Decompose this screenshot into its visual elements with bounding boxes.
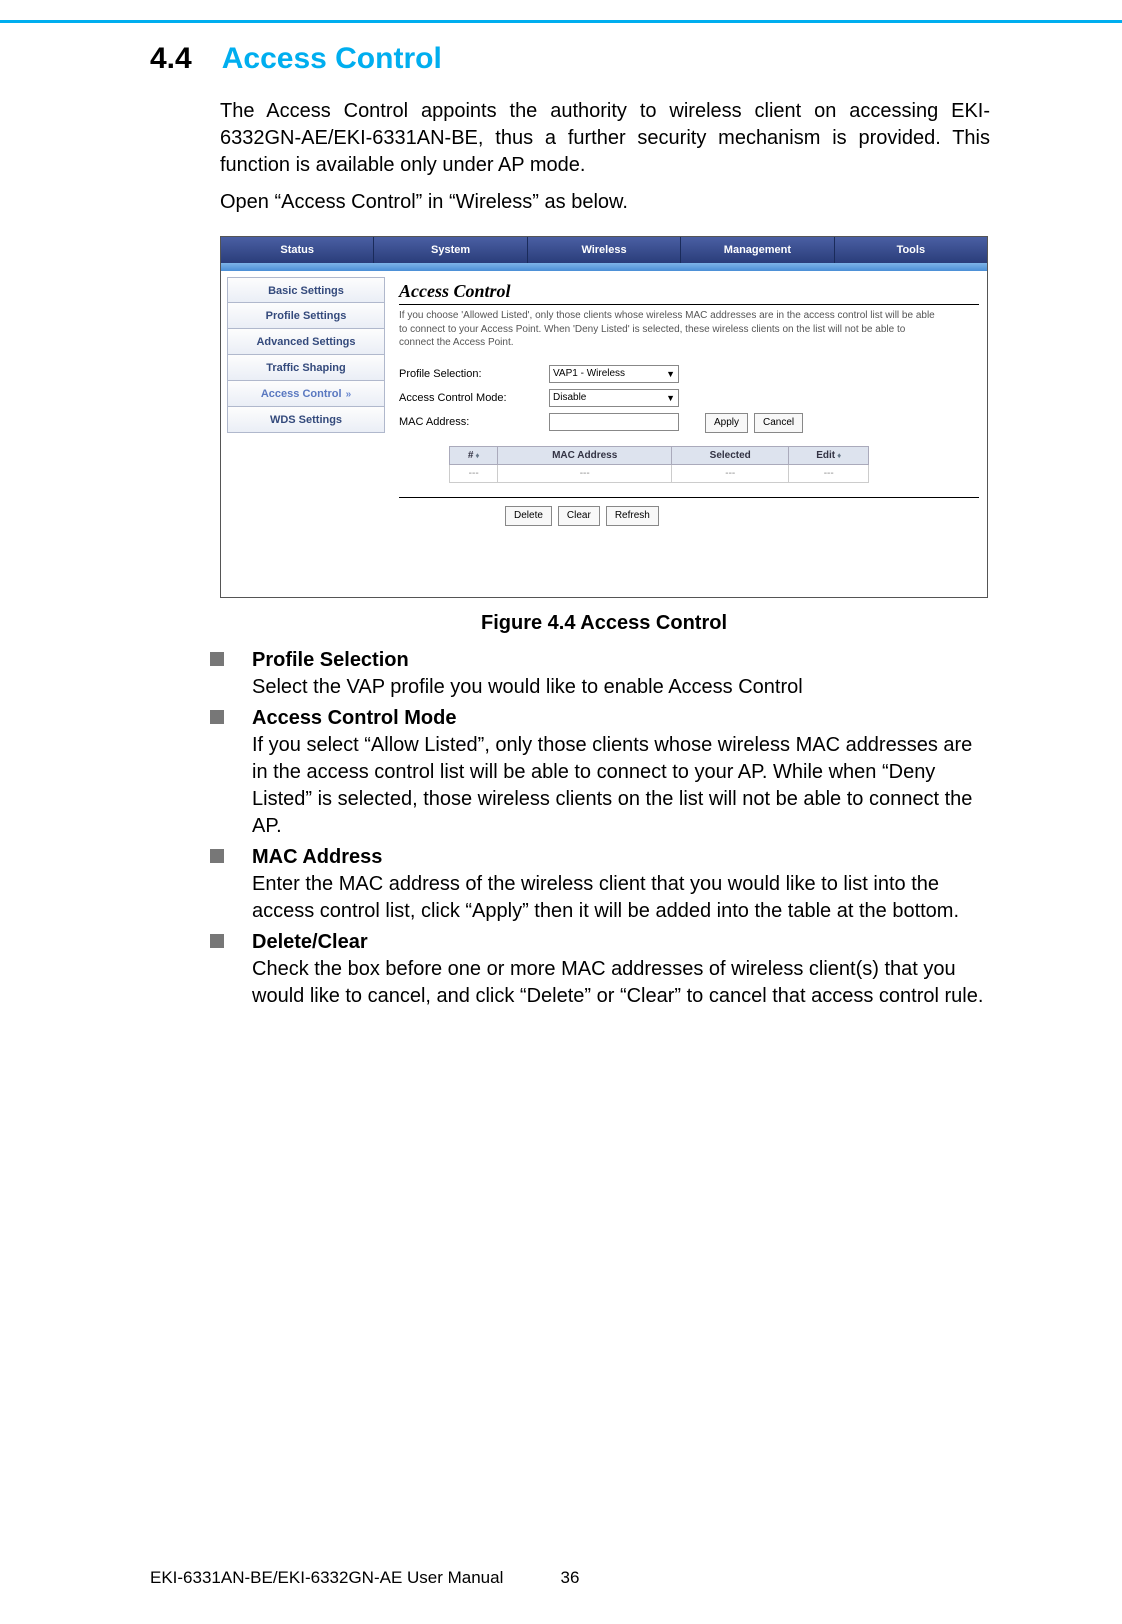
apply-button[interactable]: Apply: [705, 413, 748, 433]
top-tab-system[interactable]: System: [374, 237, 527, 263]
mac-address-label: MAC Address:: [399, 416, 549, 428]
square-bullet-icon: [210, 849, 224, 863]
sidebar-item-traffic-shaping[interactable]: Traffic Shaping: [227, 355, 385, 381]
sidebar: Basic Settings Profile Settings Advanced…: [221, 271, 391, 597]
sidebar-item-label: Access Control: [261, 388, 342, 400]
sidebar-item-wds-settings[interactable]: WDS Settings: [227, 407, 385, 433]
top-tab-status[interactable]: Status: [221, 237, 374, 263]
square-bullet-icon: [210, 710, 224, 724]
panel-help-text: If you choose 'Allowed Listed', only tho…: [399, 309, 939, 350]
delete-button[interactable]: Delete: [505, 506, 552, 526]
top-tab-tools[interactable]: Tools: [835, 237, 987, 263]
profile-selection-value: VAP1 - Wireless: [553, 368, 625, 379]
list-item: Profile Selection Select the VAP profile…: [210, 647, 990, 701]
figure-caption: Figure 4.4 Access Control: [220, 612, 988, 635]
intro-paragraph-1: The Access Control appoints the authorit…: [220, 98, 990, 179]
bullet-title: Delete/Clear: [252, 929, 990, 956]
cancel-button[interactable]: Cancel: [754, 413, 803, 433]
cell-empty: ---: [789, 464, 869, 482]
access-control-mode-label: Access Control Mode:: [399, 392, 549, 404]
mac-table: #♦ MAC Address Selected Edit♦ --- --- --…: [449, 446, 869, 483]
section-number: 4.4: [150, 42, 192, 76]
bullet-desc: Select the VAP profile you would like to…: [252, 674, 990, 701]
col-edit[interactable]: Edit♦: [789, 446, 869, 464]
mac-address-input[interactable]: [549, 413, 679, 431]
section-title: Access Control: [222, 42, 442, 76]
square-bullet-icon: [210, 652, 224, 666]
chevron-down-icon: ▼: [666, 393, 675, 403]
footer-manual-title: EKI-6331AN-BE/EKI-6332GN-AE User Manual: [150, 1568, 503, 1588]
sidebar-item-basic-settings[interactable]: Basic Settings: [227, 277, 385, 303]
square-bullet-icon: [210, 934, 224, 948]
bullet-desc: If you select “Allow Listed”, only those…: [252, 732, 990, 840]
chevron-right-icon: »: [346, 389, 352, 400]
sort-icon: ♦: [475, 451, 479, 460]
list-item: MAC Address Enter the MAC address of the…: [210, 844, 990, 925]
cell-empty: ---: [672, 464, 789, 482]
refresh-button[interactable]: Refresh: [606, 506, 659, 526]
intro-paragraph-2: Open “Access Control” in “Wireless” as b…: [220, 189, 990, 216]
list-item: Delete/Clear Check the box before one or…: [210, 929, 990, 1010]
top-tab-wireless[interactable]: Wireless: [528, 237, 681, 263]
bullet-desc: Enter the MAC address of the wireless cl…: [252, 871, 990, 925]
table-row: --- --- --- ---: [450, 464, 869, 482]
col-index[interactable]: #♦: [450, 446, 498, 464]
sidebar-item-advanced-settings[interactable]: Advanced Settings: [227, 329, 385, 355]
profile-selection-label: Profile Selection:: [399, 368, 549, 380]
divider: [399, 497, 979, 498]
top-tab-management[interactable]: Management: [681, 237, 834, 263]
footer-page-number: 36: [561, 1568, 580, 1588]
bullet-desc: Check the box before one or more MAC add…: [252, 956, 990, 1010]
divider: [399, 304, 979, 305]
section-header: 4.4 Access Control: [150, 42, 990, 76]
access-control-mode-value: Disable: [553, 392, 586, 403]
sidebar-item-access-control[interactable]: Access Control »: [227, 381, 385, 407]
bullet-title: Profile Selection: [252, 647, 990, 674]
page-footer: EKI-6331AN-BE/EKI-6332GN-AE User Manual …: [150, 1568, 990, 1588]
chevron-down-icon: ▼: [666, 369, 675, 379]
cell-empty: ---: [450, 464, 498, 482]
panel-title: Access Control: [399, 281, 979, 302]
page-top-rule: [0, 20, 1122, 23]
top-subbar: [221, 263, 987, 271]
bullet-title: MAC Address: [252, 844, 990, 871]
sort-icon: ♦: [837, 451, 841, 460]
access-control-mode-select[interactable]: Disable ▼: [549, 389, 679, 407]
clear-button[interactable]: Clear: [558, 506, 600, 526]
col-mac[interactable]: MAC Address: [498, 446, 672, 464]
embedded-screenshot: Status System Wireless Management Tools …: [220, 236, 988, 598]
bullet-title: Access Control Mode: [252, 705, 990, 732]
list-item: Access Control Mode If you select “Allow…: [210, 705, 990, 840]
cell-empty: ---: [498, 464, 672, 482]
profile-selection-select[interactable]: VAP1 - Wireless ▼: [549, 365, 679, 383]
sidebar-item-profile-settings[interactable]: Profile Settings: [227, 303, 385, 329]
col-selected[interactable]: Selected: [672, 446, 789, 464]
